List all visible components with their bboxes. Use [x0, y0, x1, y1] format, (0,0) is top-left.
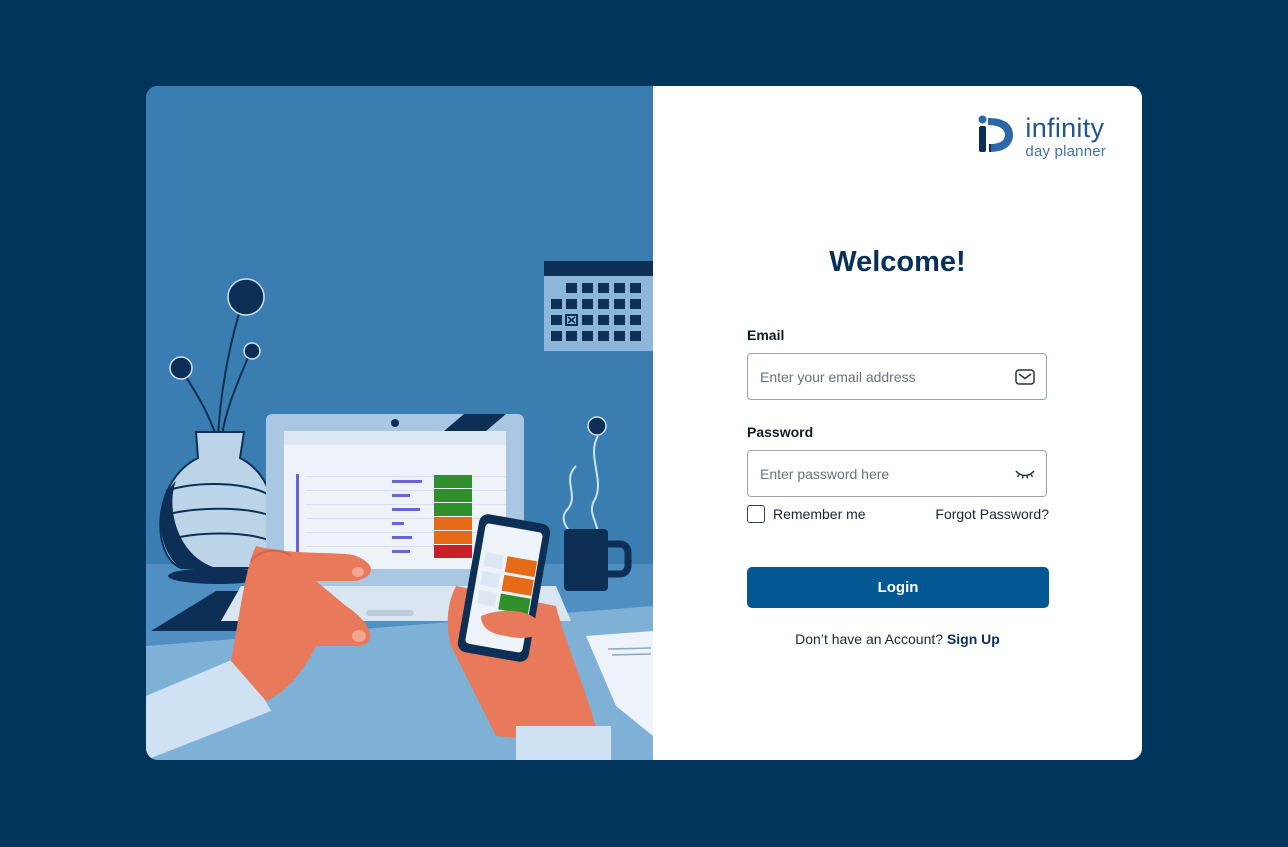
email-input[interactable]: [758, 367, 1014, 386]
email-label: Email: [747, 327, 785, 343]
password-field[interactable]: [747, 450, 1047, 497]
page-title: Welcome!: [829, 246, 966, 278]
password-input[interactable]: [758, 464, 1014, 483]
brand-name: infinity: [1025, 112, 1105, 143]
remember-row: Remember me Forgot Password?: [747, 505, 1049, 523]
email-field[interactable]: [747, 353, 1047, 400]
brand-tagline: day planner: [1025, 142, 1106, 160]
eye-closed-icon[interactable]: [1014, 463, 1036, 485]
wall-calendar-illustration: [544, 261, 653, 351]
forgot-password-link[interactable]: Forgot Password?: [935, 506, 1049, 522]
workspace-illustration: [146, 86, 653, 760]
signup-line: Don’t have an Account? Sign Up: [653, 631, 1142, 647]
envelope-icon: [1014, 366, 1036, 388]
login-panel: infinity day planner Welcome! Email Pass…: [653, 86, 1142, 760]
infinity-dp-logo-icon: [977, 114, 1015, 159]
signup-link[interactable]: Sign Up: [947, 631, 1000, 647]
brand-logo: infinity day planner: [977, 114, 1106, 159]
remember-me[interactable]: Remember me: [747, 505, 866, 523]
login-card: infinity day planner Welcome! Email Pass…: [146, 86, 1142, 760]
remember-checkbox[interactable]: [747, 505, 765, 523]
login-button[interactable]: Login: [747, 567, 1049, 608]
signup-prompt: Don’t have an Account?: [795, 631, 944, 647]
remember-label: Remember me: [773, 506, 866, 522]
password-label: Password: [747, 424, 814, 440]
